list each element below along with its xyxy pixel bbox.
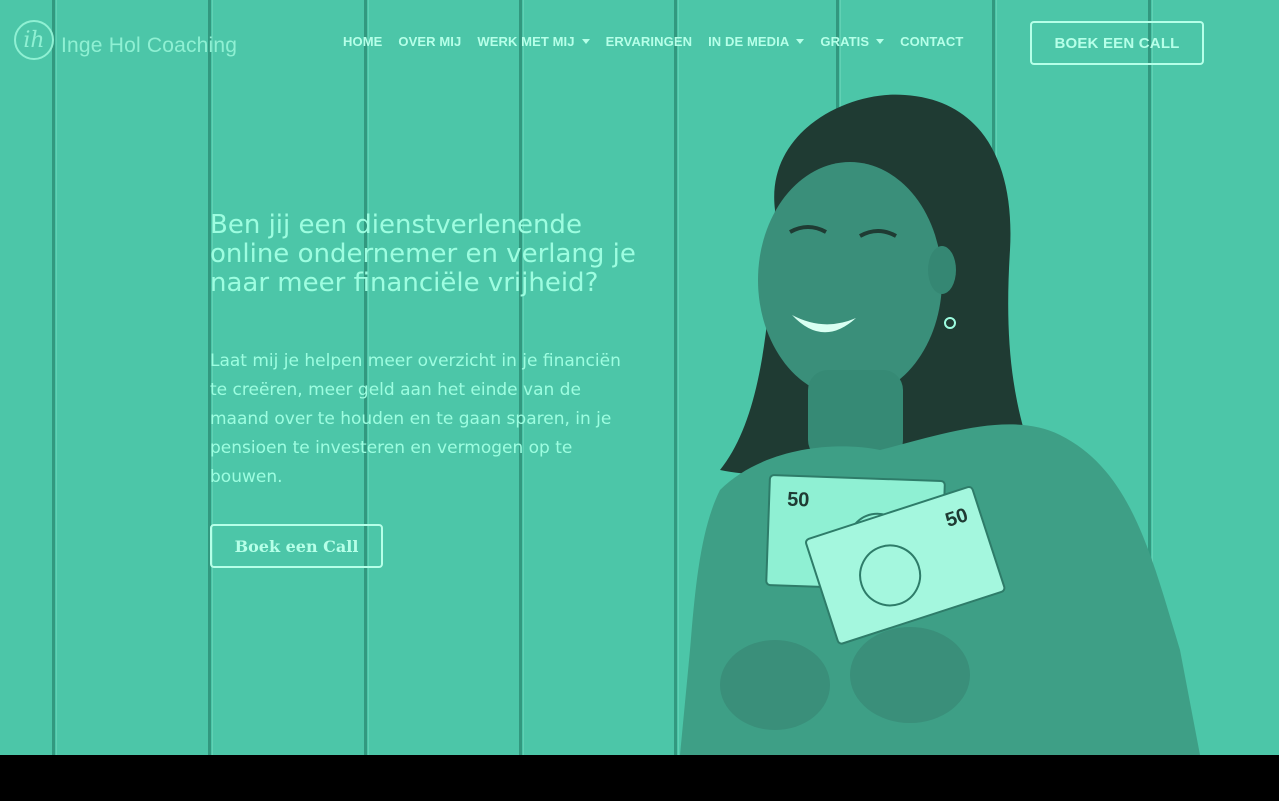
hero-section: 50 50 ih Inge Hol Coaching HOME OVER MIJ… (0, 0, 1279, 755)
chevron-down-icon (876, 39, 885, 44)
book-call-header-button[interactable]: BOEK EEN CALL (1030, 21, 1204, 65)
site-logo[interactable]: ih Inge Hol Coaching (14, 18, 237, 62)
svg-text:50: 50 (787, 489, 810, 512)
hero-headline: Ben jij een dienstverlenende online onde… (210, 210, 636, 298)
hero-lead-text: Laat mij je helpen meer overzicht in je … (210, 351, 621, 487)
nav-item-in-de-media[interactable]: IN DE MEDIA (708, 34, 805, 49)
chevron-down-icon (796, 39, 805, 44)
footer-black-band (0, 755, 1279, 801)
main-navigation: HOME OVER MIJ WERK MET MIJ ERVARINGEN IN… (343, 34, 979, 49)
portrait-photo: 50 50 (680, 94, 1200, 755)
chevron-down-icon (581, 39, 590, 44)
face-shape (758, 162, 942, 398)
book-call-hero-button[interactable]: Boek een Call (210, 524, 383, 568)
nav-item-over-mij[interactable]: OVER MIJ (398, 34, 461, 49)
nav-item-ervaringen[interactable]: ERVARINGEN (606, 34, 692, 49)
logo-mark-icon: ih (14, 20, 54, 60)
nav-item-home[interactable]: HOME (343, 34, 382, 49)
nav-item-gratis[interactable]: GRATIS (820, 34, 885, 49)
nav-item-contact[interactable]: CONTACT (900, 34, 963, 49)
nav-item-werk-met-mij[interactable]: WERK MET MIJ (477, 34, 590, 49)
logo-text: Inge Hol Coaching (61, 34, 238, 57)
